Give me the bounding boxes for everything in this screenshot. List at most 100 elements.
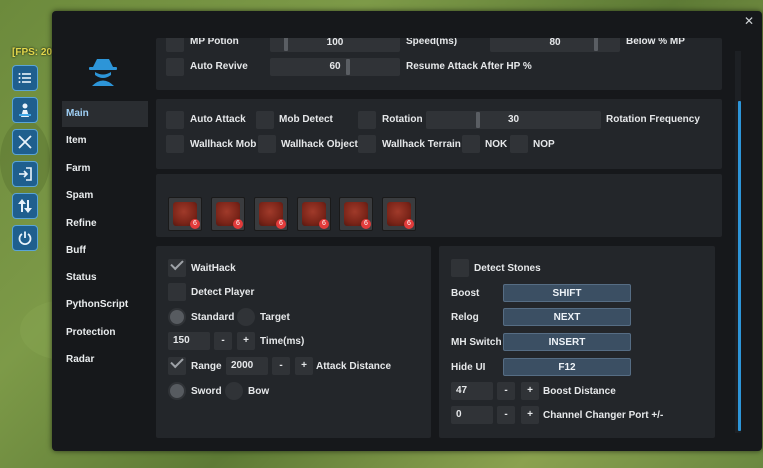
time-increment-button[interactable]: +	[237, 332, 255, 350]
range-label: Range	[191, 361, 222, 372]
rotation-slider[interactable]: 30	[426, 111, 601, 129]
wallhack-terrain-label: Wallhack Terrain	[382, 139, 461, 150]
auto-attack-checkbox[interactable]	[166, 111, 184, 129]
nav-buff[interactable]: Buff	[62, 238, 148, 264]
quest-list-button[interactable]	[12, 65, 38, 91]
nav-status[interactable]: Status	[62, 265, 148, 291]
slider-knob[interactable]	[476, 112, 480, 128]
nav-item[interactable]: Item	[62, 128, 148, 154]
mp-potion-label: MP Potion	[190, 38, 239, 47]
wallhack-mob-label: Wallhack Mob	[190, 139, 257, 150]
range-checkbox[interactable]	[168, 354, 186, 375]
nav-radar[interactable]: Radar	[62, 347, 148, 373]
power-button[interactable]	[12, 225, 38, 251]
detect-stones-label: Detect Stones	[474, 263, 541, 274]
relog-key-button[interactable]: NEXT	[503, 308, 631, 326]
hide-ui-label: Hide UI	[451, 362, 486, 373]
time-decrement-button[interactable]: -	[214, 332, 232, 350]
nok-label: NOK	[485, 139, 508, 150]
boost-distance-decrement-button[interactable]: -	[497, 382, 515, 400]
slider-knob[interactable]	[594, 38, 598, 51]
mob-detect-checkbox[interactable]	[256, 111, 274, 129]
mp-potion-value: 100	[326, 38, 344, 48]
speed-label: Speed(ms)	[406, 38, 458, 47]
skill-slot[interactable]: 6	[382, 197, 416, 231]
time-input[interactable]: 150	[168, 332, 210, 350]
attack-distance-input[interactable]: 2000	[226, 357, 268, 375]
rotation-checkbox[interactable]	[358, 111, 376, 129]
boost-distance-input[interactable]: 47	[451, 382, 493, 400]
skill-slot[interactable]: 6	[211, 197, 245, 231]
wallhack-object-checkbox[interactable]	[258, 135, 276, 153]
wallhack-mob-checkbox[interactable]	[166, 135, 184, 153]
speed-slider[interactable]: 80	[490, 38, 620, 52]
attack-distance-label: Attack Distance	[316, 361, 392, 372]
sign-in-icon	[19, 167, 32, 181]
nav-spam[interactable]: Spam	[62, 183, 148, 209]
mh-switch-key-button[interactable]: INSERT	[503, 333, 631, 351]
skill-slot[interactable]: 6	[168, 197, 202, 231]
power-icon	[18, 231, 32, 245]
rotation-frequency-label: Rotation Frequency	[606, 114, 700, 125]
sort-button[interactable]	[12, 193, 38, 219]
spy-logo-icon	[89, 59, 117, 86]
nav-protection[interactable]: Protection	[62, 320, 148, 346]
close-icon[interactable]: ✕	[744, 14, 754, 28]
waithack-label: WaitHack	[191, 263, 236, 274]
detect-player-checkbox[interactable]	[168, 283, 186, 301]
boost-distance-label: Boost Distance	[543, 386, 616, 397]
nav-pythonscript[interactable]: PythonScript	[62, 292, 148, 318]
distance-increment-button[interactable]: +	[295, 357, 313, 375]
up-down-arrows-icon	[18, 199, 32, 213]
auto-revive-checkbox[interactable]	[166, 58, 184, 76]
waithack-checkbox[interactable]	[168, 256, 186, 277]
nav-main[interactable]: Main	[62, 101, 148, 127]
waithack-panel: WaitHack Detect Player Standard Target 1…	[156, 246, 431, 438]
auto-attack-label: Auto Attack	[190, 114, 246, 125]
channel-port-input[interactable]: 0	[451, 406, 493, 424]
mh-switch-label: MH Switch	[451, 337, 502, 348]
boost-distance-increment-button[interactable]: +	[521, 382, 539, 400]
slider-knob[interactable]	[284, 38, 288, 51]
channel-decrement-button[interactable]: -	[497, 406, 515, 424]
wallhack-terrain-checkbox[interactable]	[358, 135, 376, 153]
distance-decrement-button[interactable]: -	[272, 357, 290, 375]
nop-checkbox[interactable]	[510, 135, 528, 153]
revive-hp-slider[interactable]: 60	[270, 58, 400, 76]
detect-stones-checkbox[interactable]	[451, 259, 469, 277]
attack-panel: Auto Attack Mob Detect Rotation 30 Rotat…	[156, 99, 722, 169]
combat-button[interactable]	[12, 129, 38, 155]
potion-panel-content: MP Potion 100 Speed(ms) 80 Below % MP Au…	[156, 38, 722, 90]
skill-badge: 6	[404, 219, 414, 229]
check-icon	[170, 354, 184, 369]
fps-counter: [FPS: 20	[12, 47, 53, 58]
mob-detect-label: Mob Detect	[279, 114, 333, 125]
crossed-swords-icon	[18, 135, 32, 149]
channel-increment-button[interactable]: +	[521, 406, 539, 424]
skill-slot[interactable]: 6	[297, 197, 331, 231]
mp-potion-checkbox[interactable]	[166, 38, 184, 52]
mp-potion-slider[interactable]: 100	[270, 38, 400, 52]
scrollbar-thumb[interactable]	[738, 101, 741, 431]
channel-changer-label: Channel Changer Port +/-	[543, 410, 664, 421]
hide-ui-key-button[interactable]: F12	[503, 358, 631, 376]
standard-radio[interactable]	[168, 308, 186, 326]
sword-label: Sword	[191, 386, 222, 397]
nav-farm[interactable]: Farm	[62, 156, 148, 182]
boost-key-button[interactable]: SHIFT	[503, 284, 631, 302]
slider-knob[interactable]	[346, 59, 350, 75]
target-radio[interactable]	[237, 308, 255, 326]
character-button[interactable]	[12, 97, 38, 123]
skill-badge: 6	[233, 219, 243, 229]
speed-value: 80	[549, 38, 561, 48]
character-icon	[19, 103, 31, 117]
bot-window: ✕ Main Item Farm Spam Refine Buff Status…	[52, 11, 762, 451]
skill-slot[interactable]: 6	[339, 197, 373, 231]
nav-refine[interactable]: Refine	[62, 211, 148, 237]
nok-checkbox[interactable]	[462, 135, 480, 153]
bow-radio[interactable]	[225, 382, 243, 400]
sword-radio[interactable]	[168, 382, 186, 400]
skill-slot[interactable]: 6	[254, 197, 288, 231]
login-button[interactable]	[12, 161, 38, 187]
skill-badge: 6	[319, 219, 329, 229]
